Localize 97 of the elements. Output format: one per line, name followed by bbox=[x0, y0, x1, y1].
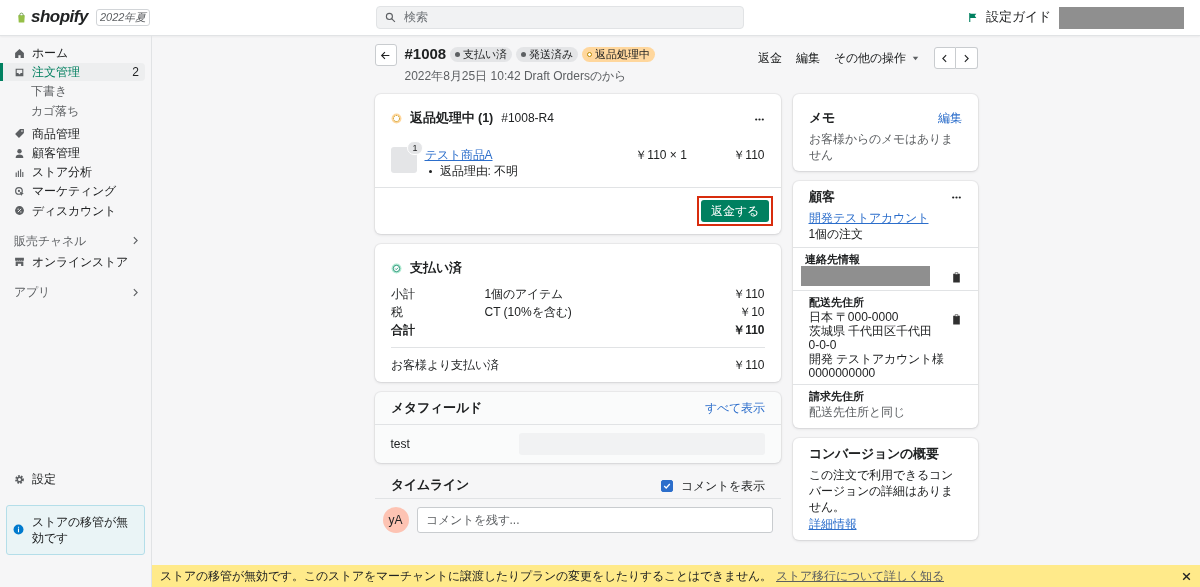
flag-icon bbox=[967, 12, 978, 23]
card-title: メモ bbox=[808, 110, 836, 127]
clipboard-icon bbox=[950, 271, 962, 283]
discount-icon bbox=[14, 205, 25, 217]
clipboard-icon bbox=[950, 313, 962, 325]
action-button[interactable]: その他の操作 bbox=[828, 44, 926, 72]
address-line: 0000000000 bbox=[808, 366, 877, 381]
action-button[interactable]: 返金 bbox=[752, 44, 787, 72]
pending-status-icon bbox=[390, 112, 402, 124]
status-badge: 支払い済 bbox=[450, 46, 513, 62]
section-title: タイムライン bbox=[390, 477, 470, 495]
target-icon bbox=[14, 185, 25, 197]
card-title: コンバージョンの概要 bbox=[808, 446, 940, 464]
person-icon bbox=[14, 147, 25, 159]
nav-subitem[interactable]: 下書き bbox=[0, 82, 151, 101]
user-avatar: yA bbox=[382, 507, 409, 534]
return-reference: #1008-R4 bbox=[501, 110, 554, 127]
back-arrow-icon bbox=[380, 49, 391, 61]
learn-more-link[interactable]: ストア移行について詳しく知る bbox=[776, 567, 944, 585]
card-title: 返品処理中 (1) bbox=[409, 110, 494, 127]
unit-price: ￥110 × 1 bbox=[635, 146, 688, 164]
summary-label: 小計 bbox=[390, 286, 416, 304]
metafield-label: test bbox=[390, 436, 411, 453]
order-count: 1個の注文 bbox=[808, 226, 865, 243]
paid-label: お客様より支払い済 bbox=[390, 357, 500, 375]
action-button[interactable]: 編集 bbox=[790, 44, 825, 72]
close-icon bbox=[1181, 571, 1192, 583]
inbox-icon bbox=[14, 66, 25, 78]
address-line: 0-0-0 bbox=[808, 338, 838, 353]
nav-item[interactable]: ストア分析 bbox=[0, 163, 145, 182]
paid-amount: ￥110 bbox=[733, 357, 765, 375]
address-line: 開発 テストアカウント様 bbox=[808, 352, 944, 367]
nav-item[interactable]: ホーム bbox=[0, 44, 145, 63]
nav-item[interactable]: マーケティング bbox=[0, 182, 145, 201]
order-subtitle: 2022年8月25日 10:42 Draft Ordersのから bbox=[404, 68, 627, 85]
search-icon bbox=[385, 12, 396, 23]
status-badge: 返品処理中 bbox=[582, 46, 656, 62]
nav-item[interactable]: ディスカウント bbox=[0, 201, 145, 220]
address-line: 日本 〒000-0000 bbox=[808, 310, 900, 325]
card-title: 顧客 bbox=[808, 189, 836, 207]
banner-text: ストアの移管が無効です。このストアをマーチャントに譲渡したりプランの変更をしたりすることはできません。 bbox=[160, 567, 772, 585]
conversion-text: この注文で利用できるコンバージョンの詳細はありません。 bbox=[808, 467, 954, 516]
product-link[interactable]: テスト商品A bbox=[424, 147, 493, 162]
setup-guide-link[interactable]: 設定ガイド bbox=[986, 9, 1051, 26]
shopping-bag-icon bbox=[16, 12, 27, 23]
summary-detail: CT (10%を含む) bbox=[484, 305, 572, 320]
line-total: ￥110 bbox=[733, 146, 765, 164]
logo-text: shopify bbox=[31, 6, 88, 29]
paid-status-icon bbox=[390, 263, 402, 275]
customer-link[interactable]: 開発テストアカウント bbox=[808, 211, 929, 226]
status-badge: 発送済み bbox=[516, 46, 579, 62]
tag-icon bbox=[14, 128, 25, 140]
bar-chart-icon bbox=[14, 166, 25, 178]
summary-label: 合計 bbox=[390, 322, 416, 340]
summary-detail: 1個のアイテム bbox=[484, 287, 564, 302]
item-count: 2 bbox=[132, 64, 139, 81]
info-icon bbox=[13, 524, 24, 536]
refund-button[interactable]: 返金する bbox=[700, 200, 769, 223]
nav-subitem[interactable]: カゴ落ち bbox=[0, 101, 151, 120]
address-line: 茨城県 千代田区千代田 bbox=[808, 324, 933, 339]
card-title: メタフィールド bbox=[390, 399, 483, 417]
summary-amount: ￥110 bbox=[733, 322, 765, 340]
comment-field[interactable]: コメントを残す... bbox=[416, 507, 773, 534]
section-heading: 請求先住所 bbox=[808, 389, 865, 405]
card-title: 支払い済 bbox=[409, 260, 462, 278]
section-heading: アプリ bbox=[14, 284, 51, 301]
billing-address: 配送先住所と同じ bbox=[808, 404, 906, 421]
summary-amount: ￥110 bbox=[733, 286, 765, 304]
memo-text: お客様からのメモはありません bbox=[808, 130, 954, 164]
nav-item[interactable]: オンラインストア bbox=[0, 252, 145, 272]
nav-item[interactable]: 注文管理 2 bbox=[0, 63, 145, 82]
settings-icon bbox=[14, 474, 25, 486]
quantity-label: 1 bbox=[407, 140, 423, 155]
edition-tag: 2022年夏 bbox=[95, 9, 151, 26]
show-comments-checkbox[interactable] bbox=[660, 479, 673, 492]
search-field[interactable]: 検索 bbox=[376, 6, 744, 29]
storefront-icon bbox=[14, 256, 25, 268]
view-all-link[interactable]: すべて表示 bbox=[704, 400, 765, 417]
section-heading: 販売チャネル bbox=[14, 232, 87, 249]
previous-button[interactable] bbox=[933, 47, 956, 69]
nav-item[interactable]: 商品管理 bbox=[0, 124, 145, 143]
edit-link[interactable]: 編集 bbox=[937, 110, 962, 127]
settings-item[interactable]: 設定 bbox=[0, 470, 145, 489]
nav-item[interactable]: 顧客管理 bbox=[0, 143, 145, 163]
back-button[interactable] bbox=[374, 44, 397, 66]
order-number: #1008 bbox=[404, 44, 447, 64]
section-heading: 配送先住所 bbox=[808, 295, 865, 311]
home-icon bbox=[14, 47, 25, 59]
return-reason: 返品理由: 不明 bbox=[439, 163, 519, 180]
next-button[interactable] bbox=[955, 47, 978, 69]
checkbox-label: コメントを表示 bbox=[680, 477, 765, 494]
section-heading: 連絡先情報 bbox=[803, 251, 861, 267]
notice-text: ストアの移管が無効です bbox=[32, 513, 129, 546]
search-placeholder: 検索 bbox=[404, 9, 428, 26]
summary-label: 税 bbox=[390, 304, 404, 322]
details-link[interactable]: 詳細情報 bbox=[808, 516, 857, 531]
summary-amount: ￥10 bbox=[739, 304, 765, 322]
